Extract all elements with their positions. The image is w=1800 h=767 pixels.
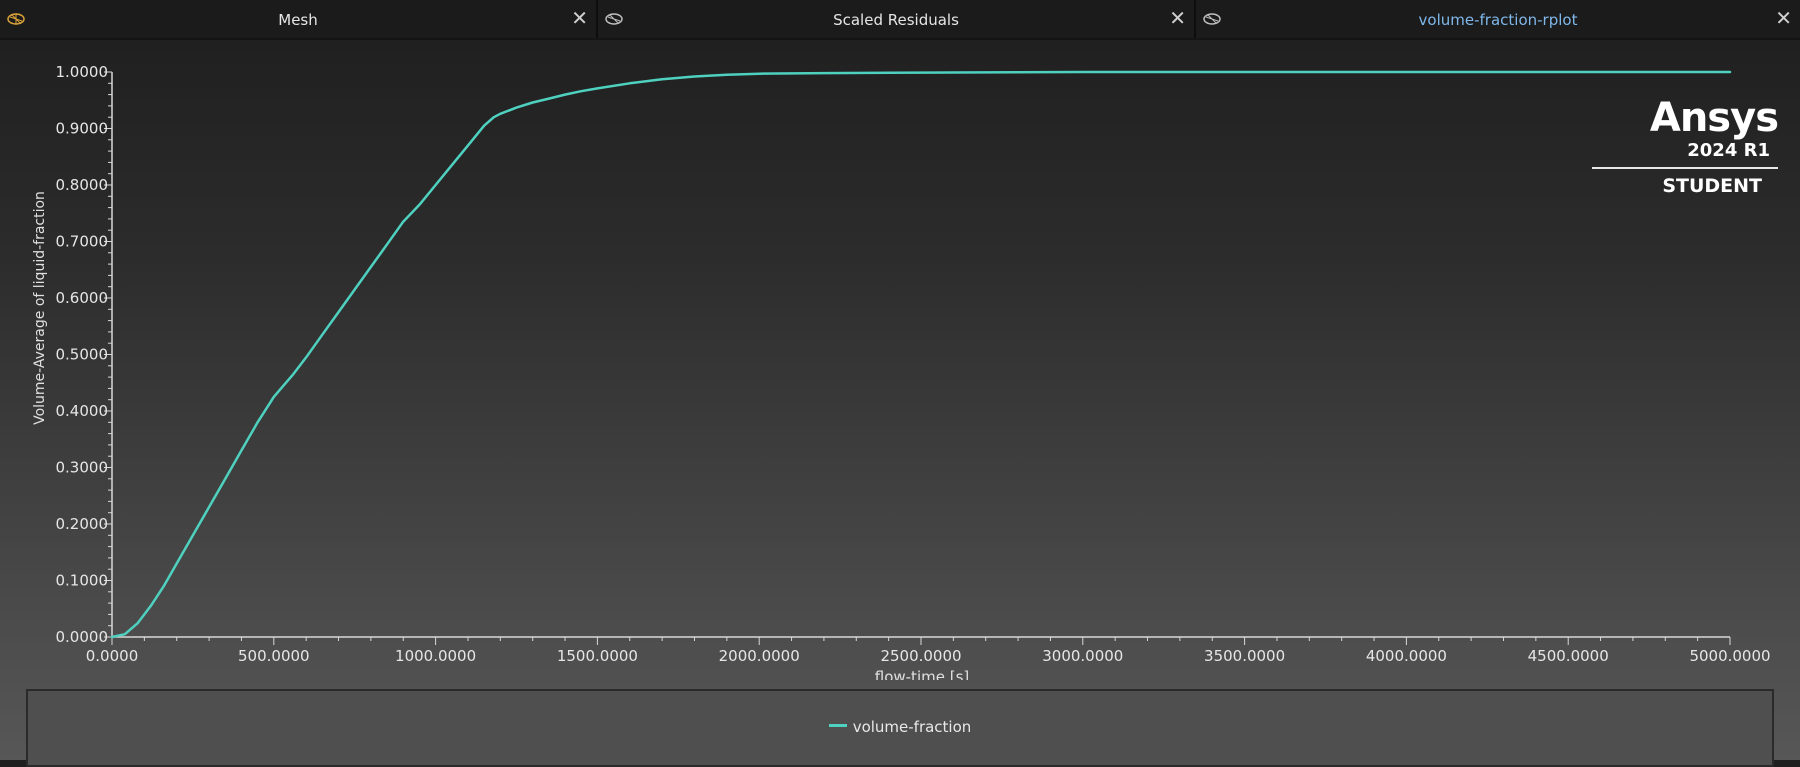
x-tick-label: 4500.0000 (1528, 647, 1609, 665)
logo-brand: Ansys (1649, 95, 1779, 141)
legend-swatch (828, 724, 847, 727)
y-tick-label: 0.9000 (56, 120, 109, 138)
x-tick-label: 3500.0000 (1204, 647, 1285, 665)
series-line-volume-fraction (110, 70, 1732, 639)
y-tick-label: 0.3000 (56, 459, 109, 477)
tab-volume-fraction-rplot[interactable]: volume-fraction-rplot ✕ (1196, 0, 1800, 38)
tab-label-volume-fraction-rplot: volume-fraction-rplot (1418, 11, 1578, 29)
chart[interactable]: 0.0000 500.0000 1000.0000 1500.0000 2000.000… (0, 40, 1800, 680)
y-tick-label: 0.6000 (56, 289, 109, 307)
close-icon[interactable]: ✕ (1169, 6, 1186, 30)
y-tick-label: 0.2000 (56, 515, 109, 533)
x-tick-label: 2000.0000 (719, 647, 800, 665)
y-tick-label: 0.0000 (56, 628, 109, 646)
x-tick-label: 0.0000 (86, 647, 139, 665)
ansys-logo: Ansys 2024 R1 STUDENT (1568, 95, 1779, 197)
legend-label: volume-fraction (852, 718, 972, 736)
y-tick-label: 0.7000 (56, 233, 109, 251)
close-icon[interactable]: ✕ (571, 6, 588, 30)
x-tick-label: 500.0000 (238, 647, 310, 665)
tab-label-mesh: Mesh (278, 11, 318, 29)
x-tick-label: 5000.0000 (1689, 647, 1770, 665)
legend: volume-fraction (26, 689, 1774, 767)
y-tick-label: 1.0000 (56, 63, 109, 81)
x-axis-title: flow-time [s] (875, 668, 969, 680)
x-tick-label: 4000.0000 (1366, 647, 1447, 665)
close-icon[interactable]: ✕ (1775, 6, 1792, 30)
tab-mesh[interactable]: Mesh ✕ (0, 0, 598, 38)
logo-release: 2024 R1 (1687, 140, 1770, 161)
y-tick-label: 0.8000 (56, 176, 109, 194)
tab-bar: Mesh ✕ Scaled Residuals ✕ volume-fractio… (0, 0, 1800, 40)
plot-area[interactable]: 0.0000 500.0000 1000.0000 1500.0000 2000.000… (0, 40, 1800, 767)
x-tick-label: 3000.0000 (1042, 647, 1123, 665)
tab-label-scaled-residuals: Scaled Residuals (833, 11, 959, 29)
legend-item[interactable]: volume-fraction (28, 718, 1772, 736)
y-tick-label: 0.1000 (56, 572, 109, 590)
x-tick-label: 1000.0000 (395, 647, 476, 665)
tab-scaled-residuals[interactable]: Scaled Residuals ✕ (598, 0, 1196, 38)
y-axis-title: Volume-Average of liquid-fraction (32, 191, 48, 425)
x-tick-label: 1500.0000 (557, 647, 638, 665)
logo-edition: STUDENT (1662, 175, 1762, 197)
y-tick-label: 0.5000 (56, 346, 109, 364)
x-tick-label: 2500.0000 (880, 647, 961, 665)
logo-divider (1592, 167, 1778, 169)
y-tick-label: 0.4000 (56, 402, 109, 420)
